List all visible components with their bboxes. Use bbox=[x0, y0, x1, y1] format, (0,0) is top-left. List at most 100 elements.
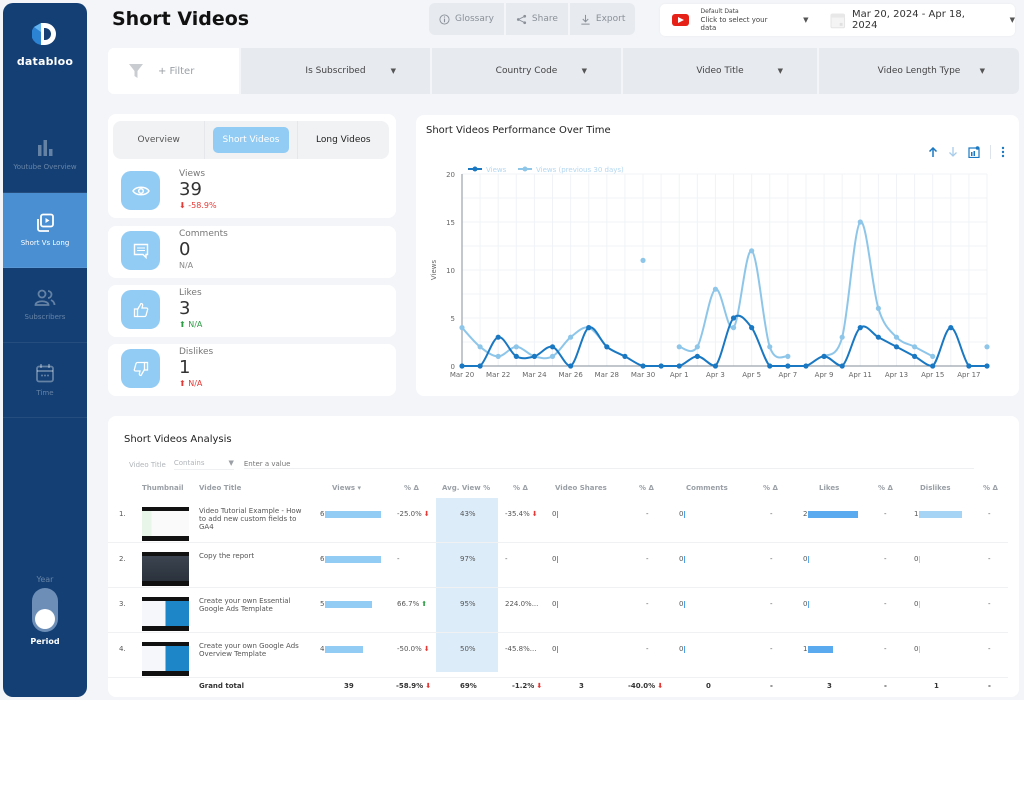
value-bar bbox=[557, 645, 559, 653]
arrow-down-icon: ⬇ bbox=[425, 682, 432, 690]
cell-value: 5 bbox=[320, 600, 325, 608]
export-label: Export bbox=[595, 14, 626, 24]
arrow-down-icon: ⬇ bbox=[657, 682, 664, 690]
dislikes-cell: 0 bbox=[914, 555, 921, 563]
value-bar bbox=[557, 600, 559, 608]
shares-delta: - bbox=[646, 600, 649, 608]
column-header[interactable]: Video Shares bbox=[555, 484, 607, 492]
column-header[interactable]: Thumbnail bbox=[142, 484, 184, 492]
data-point-views bbox=[712, 363, 719, 369]
data-point-previous-views bbox=[984, 344, 990, 350]
total-likes: 3 bbox=[827, 682, 832, 690]
table-row[interactable]: 2. Copy the report 6 - 97% - 0 - 0 - 0 - 0 - bbox=[108, 543, 1008, 588]
share-button[interactable]: Share bbox=[506, 3, 570, 35]
column-header[interactable]: % Δ bbox=[763, 484, 778, 492]
shares-cell: 0 bbox=[552, 555, 559, 563]
data-point-views bbox=[730, 315, 737, 321]
table-row[interactable]: 3. Create your own Essential Google Ads T… bbox=[108, 588, 1008, 633]
caret-down-icon: ▼ bbox=[777, 67, 783, 75]
data-point-previous-views bbox=[495, 353, 501, 359]
tab-overview[interactable]: Overview bbox=[113, 121, 206, 159]
value-bar bbox=[325, 645, 363, 653]
add-filter-button[interactable]: + Filter bbox=[108, 48, 239, 94]
column-header-views[interactable]: Views ▾ bbox=[332, 484, 361, 492]
sidebar-item-short-vs-long[interactable]: Short Vs Long bbox=[3, 193, 87, 268]
glossary-button[interactable]: Glossary bbox=[429, 3, 506, 35]
video-thumbnail[interactable] bbox=[142, 552, 189, 586]
likes-cell: 1 bbox=[803, 645, 834, 653]
filter-bar: + Filter Is Subscribed ▼ Country Code ▼ … bbox=[108, 48, 1019, 94]
cell-value: 0 bbox=[679, 510, 684, 518]
thumbnail-image bbox=[142, 646, 189, 671]
filter-label: Video Length Type bbox=[877, 66, 961, 76]
logo[interactable]: databloo bbox=[3, 21, 87, 68]
value-bar bbox=[684, 600, 686, 608]
data-point-previous-views bbox=[640, 257, 646, 263]
column-header[interactable]: Dislikes bbox=[920, 484, 951, 492]
comment-icon bbox=[121, 231, 160, 270]
comments-delta: - bbox=[770, 600, 773, 608]
video-title[interactable]: Video Tutorial Example - How to add new … bbox=[199, 507, 309, 531]
caret-down-icon[interactable]: ▼ bbox=[803, 16, 808, 24]
arrow-up-icon: ⬆ bbox=[179, 320, 189, 329]
column-header[interactable]: Comments bbox=[686, 484, 728, 492]
column-header[interactable]: % Δ bbox=[878, 484, 893, 492]
filter-value-input[interactable] bbox=[243, 460, 974, 469]
cell-value: 1 bbox=[934, 682, 939, 690]
data-controls: Default Data Click to select your data ▼… bbox=[660, 4, 1015, 36]
video-thumbnail[interactable] bbox=[142, 507, 189, 541]
total-dislikes-delta: - bbox=[988, 682, 991, 690]
sort-icon: ▾ bbox=[357, 484, 362, 492]
data-point-views bbox=[821, 353, 827, 359]
filter-video-length-type[interactable]: Video Length Type ▼ bbox=[817, 48, 1019, 94]
year-period-toggle[interactable] bbox=[32, 588, 58, 632]
video-title[interactable]: Create your own Google Ads Overview Temp… bbox=[199, 642, 309, 658]
export-button[interactable]: Export bbox=[570, 3, 635, 35]
date-range-picker[interactable]: Mar 20, 2024 - Apr 18, 2024 bbox=[852, 9, 990, 31]
glossary-label: Glossary bbox=[455, 14, 494, 24]
column-header[interactable]: % Δ bbox=[404, 484, 419, 492]
avg-view-delta: -35.4% ⬇ bbox=[505, 510, 538, 518]
tab-long-videos[interactable]: Long Videos bbox=[298, 121, 389, 159]
column-header[interactable]: Avg. View % bbox=[442, 484, 490, 492]
table-row[interactable]: 4. Create your own Google Ads Overview Te… bbox=[108, 633, 1008, 678]
sidebar-item-time[interactable]: Time bbox=[3, 343, 87, 418]
filter-video-title[interactable]: Video Title ▼ bbox=[621, 48, 817, 94]
sidebar-item-label: Youtube Overview bbox=[13, 163, 77, 171]
video-title[interactable]: Copy the report bbox=[199, 552, 309, 560]
delta-value: - bbox=[505, 555, 508, 563]
caret-down-icon[interactable]: ▼ bbox=[1010, 16, 1015, 24]
views-delta: 66.7% ⬆ bbox=[397, 600, 427, 608]
kpi-delta-value: N/A bbox=[188, 379, 203, 388]
filter-country-code[interactable]: Country Code ▼ bbox=[430, 48, 621, 94]
filter-operator-select[interactable]: Contains ▼ bbox=[173, 459, 234, 470]
data-point-previous-views bbox=[549, 353, 556, 359]
databloo-logo-icon bbox=[31, 23, 56, 45]
caret-down-icon: ▼ bbox=[581, 67, 587, 75]
column-header[interactable]: % Δ bbox=[983, 484, 998, 492]
sidebar-item-subscribers[interactable]: Subscribers bbox=[3, 268, 87, 343]
filter-is-subscribed[interactable]: Is Subscribed ▼ bbox=[239, 48, 430, 94]
cell-value: 1 bbox=[914, 510, 919, 518]
value-bar bbox=[919, 645, 921, 653]
data-point-previous-views bbox=[893, 334, 900, 340]
column-header[interactable]: Video Title bbox=[199, 484, 241, 492]
column-header[interactable]: Likes bbox=[819, 484, 839, 492]
cell-value: 0 bbox=[914, 555, 919, 563]
delta-value: -35.4% bbox=[505, 510, 530, 518]
tab-short-videos[interactable]: Short Videos bbox=[205, 121, 298, 159]
column-header[interactable]: % Δ bbox=[513, 484, 528, 492]
data-source-selector[interactable]: Default Data Click to select your data bbox=[701, 8, 784, 32]
video-title[interactable]: Create your own Essential Google Ads Tem… bbox=[199, 597, 309, 613]
shares-delta: - bbox=[646, 510, 649, 518]
data-point-views bbox=[495, 334, 501, 340]
video-thumbnail[interactable] bbox=[142, 597, 189, 631]
cell-value: 0 bbox=[679, 555, 684, 563]
period-toggle-group: Year Period bbox=[3, 575, 87, 646]
likes-cell: 2 bbox=[803, 510, 859, 518]
video-thumbnail[interactable] bbox=[142, 642, 189, 676]
table-row[interactable]: 1. Video Tutorial Example - How to add ne… bbox=[108, 498, 1008, 543]
column-header[interactable]: % Δ bbox=[639, 484, 654, 492]
cell-value: 3 bbox=[827, 682, 832, 690]
sidebar-item-youtube-overview[interactable]: Youtube Overview bbox=[3, 118, 87, 193]
